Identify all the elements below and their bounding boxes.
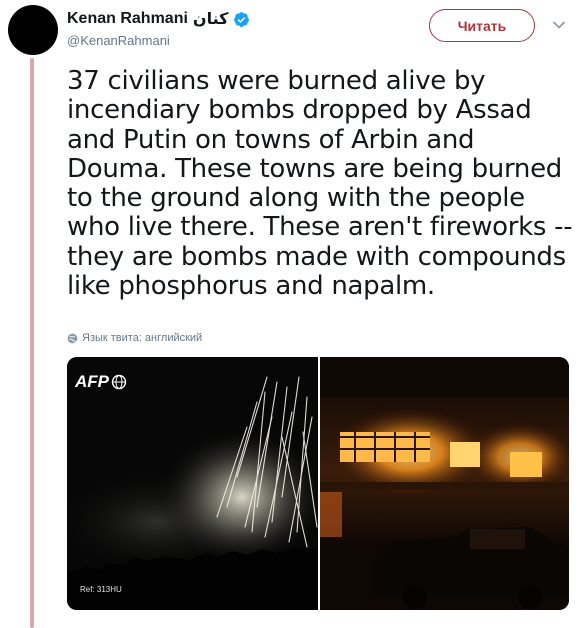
globe-icon (67, 333, 78, 343)
afp-logo: AFP (75, 372, 127, 392)
author-display-name[interactable]: Kenan Rahmani (67, 10, 188, 28)
avatar[interactable] (8, 5, 58, 55)
burning-building-image (320, 357, 569, 610)
author-handle[interactable]: @KenanRahmani (67, 33, 170, 48)
author-arabic-name[interactable]: كنان (193, 9, 229, 29)
tweet-language-note: Язык твита: английский (67, 332, 202, 344)
media-photo-left[interactable]: AFP Ref: 313HU (67, 357, 318, 610)
tweet-text: 37 civilians were burned alive by incend… (67, 66, 573, 302)
night-bombing-image (67, 357, 318, 610)
author-name-row[interactable]: Kenan Rahmani كنان (67, 9, 250, 29)
follow-button[interactable]: Читать (429, 9, 535, 42)
chevron-down-icon[interactable] (552, 20, 566, 30)
tweet-media[interactable]: AFP Ref: 313HU (67, 357, 569, 610)
verified-badge-icon (234, 11, 250, 27)
language-note-text: Язык твита: английский (82, 332, 203, 344)
afp-logo-text: AFP (75, 372, 109, 391)
photo-reference: Ref: 313HU (80, 585, 122, 594)
thread-line (30, 58, 34, 628)
afp-globe-icon (111, 374, 127, 390)
media-photo-right[interactable] (320, 357, 569, 610)
